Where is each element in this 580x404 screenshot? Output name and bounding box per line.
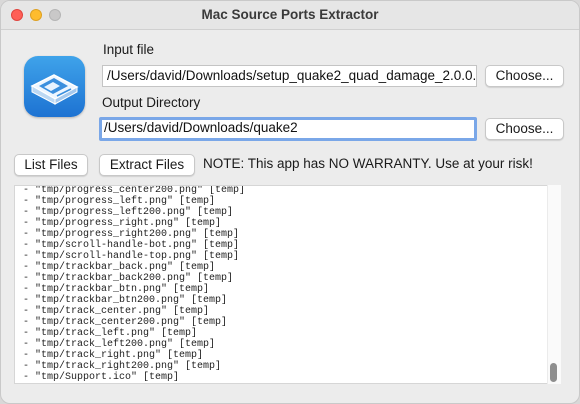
log-line: - "tmp/Support.ico" [temp] (23, 372, 180, 383)
log-line: - "tmp/track_center.png" [temp] (23, 306, 210, 317)
log-line: - "tmp/track_right.png" [temp] (23, 350, 204, 361)
floppy-disk-icon (24, 56, 85, 117)
app-window: Mac Source Ports Extractor Input file /U… (0, 0, 580, 404)
log-line: - "tmp/progress_left.png" [temp] (23, 196, 216, 207)
log-line: - "tmp/progress_center200.png" [temp] (23, 185, 246, 196)
log-line: - "tmp/trackbar_btn200.png" [temp] (23, 295, 228, 306)
warranty-note: NOTE: This app has NO WARRANTY. Use at y… (203, 156, 533, 171)
log-scrollbar[interactable] (547, 185, 561, 384)
input-choose-button[interactable]: Choose... (485, 65, 564, 87)
input-file-label: Input file (103, 42, 155, 57)
title-bar: Mac Source Ports Extractor (1, 1, 579, 30)
extract-files-button[interactable]: Extract Files (99, 154, 195, 176)
output-choose-button[interactable]: Choose... (485, 118, 564, 140)
log-line: - "tmp/track_center200.png" [temp] (23, 317, 228, 328)
log-scroll-thumb[interactable] (550, 363, 557, 382)
input-file-field[interactable]: /Users/david/Downloads/setup_quake2_quad… (102, 65, 477, 87)
log-line: - "tmp/trackbar_btn.png" [temp] (23, 284, 210, 295)
log-line: - "tmp/trackbar_back.png" [temp] (23, 262, 216, 273)
log-line: - "tmp/progress_right200.png" [temp] (23, 229, 240, 240)
log-line: - "tmp/track_left200.png" [temp] (23, 339, 216, 350)
log-line: - "tmp/progress_right.png" [temp] (23, 218, 222, 229)
log-line: - "tmp/scroll-handle-top.png" [temp] (23, 251, 240, 262)
output-directory-field[interactable]: /Users/david/Downloads/quake2 (99, 117, 477, 141)
file-log[interactable]: - "tmp/progress_center200.png" [temp] - "… (14, 185, 561, 384)
log-line: - "tmp/trackbar_back200.png" [temp] (23, 273, 234, 284)
output-directory-label: Output Directory (102, 95, 201, 110)
list-files-button[interactable]: List Files (14, 154, 88, 176)
log-line: - "tmp/track_right200.png" [temp] (23, 361, 222, 372)
log-line: - "tmp/track_left.png" [temp] (23, 328, 198, 339)
log-line: - "tmp/scroll-handle-bot.png" [temp] (23, 240, 240, 251)
log-line: - "tmp/progress_left200.png" [temp] (23, 207, 234, 218)
window-title: Mac Source Ports Extractor (201, 7, 379, 22)
